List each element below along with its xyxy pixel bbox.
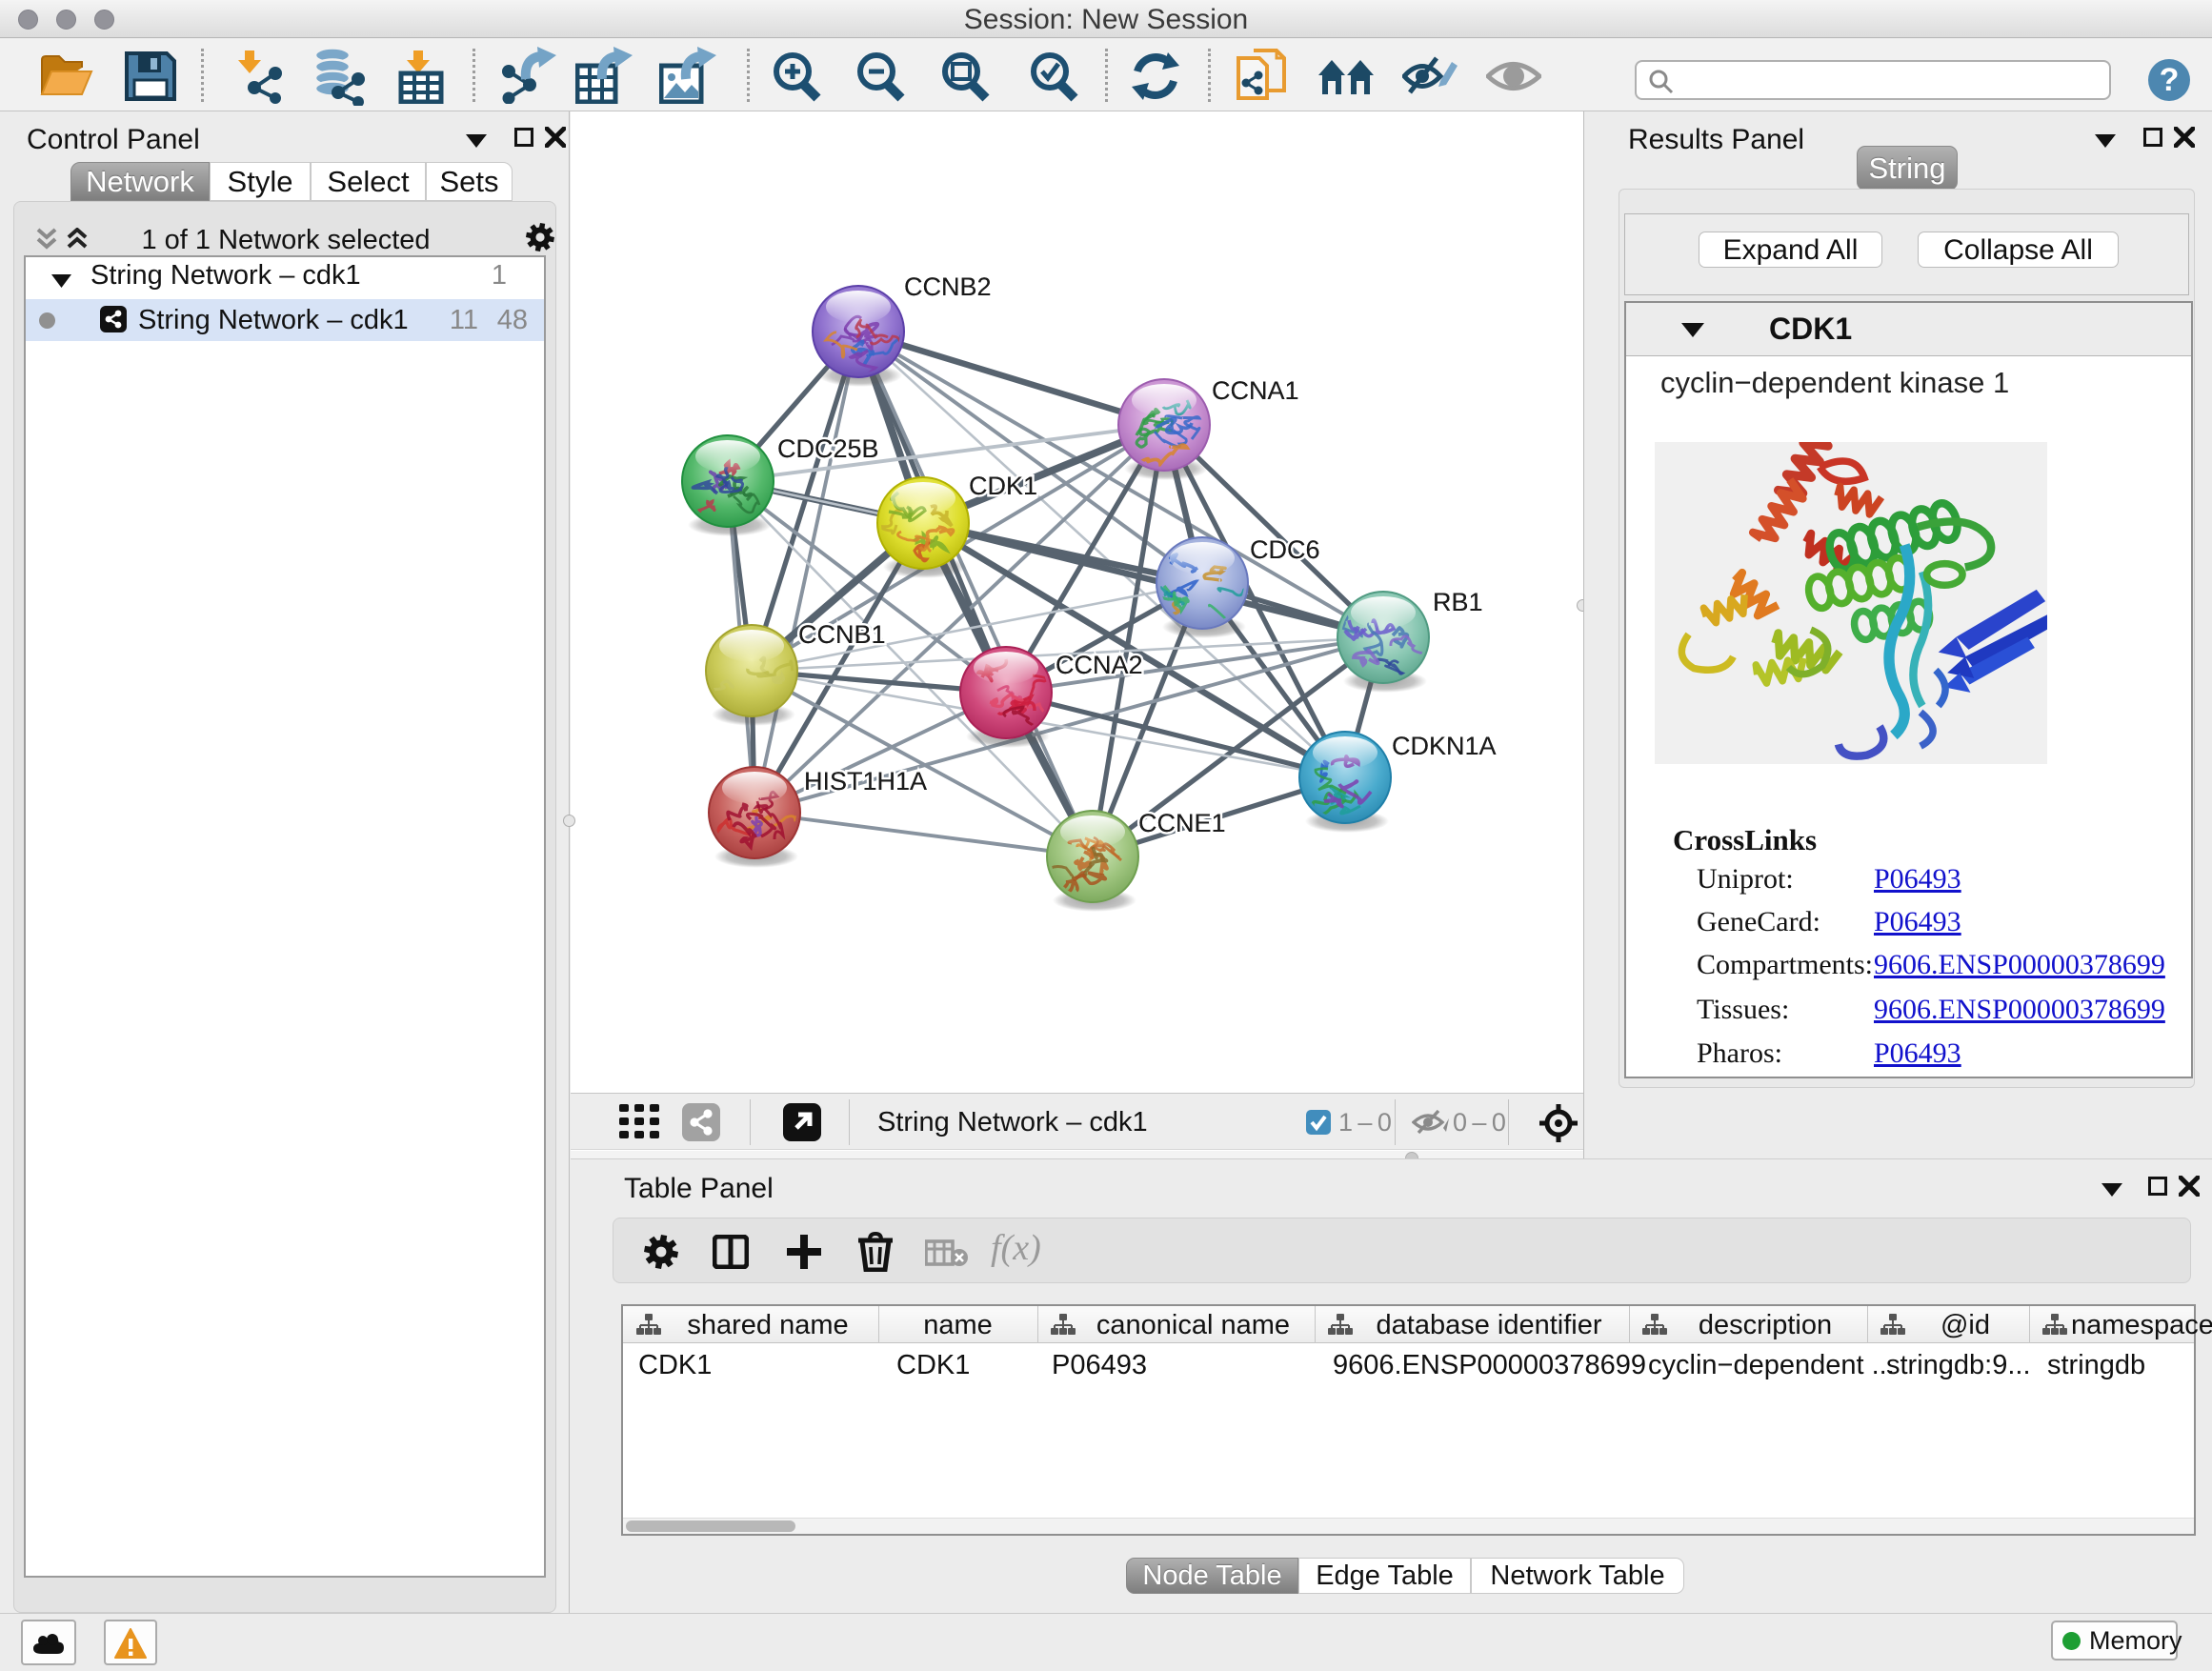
svg-text:CDK1: CDK1 (969, 472, 1037, 500)
svg-text:CDKN1A: CDKN1A (1392, 732, 1497, 760)
svg-text:CDC6: CDC6 (1250, 535, 1320, 564)
svg-text:CCNB1: CCNB1 (798, 620, 886, 649)
svg-text:CCNA1: CCNA1 (1212, 376, 1299, 405)
svg-text:CCNE1: CCNE1 (1138, 809, 1226, 837)
svg-text:CDC25B: CDC25B (777, 434, 879, 463)
svg-text:RB1: RB1 (1433, 588, 1483, 616)
svg-text:CCNA2: CCNA2 (1056, 651, 1143, 679)
svg-text:CCNB2: CCNB2 (904, 272, 992, 301)
svg-text:HIST1H1A: HIST1H1A (804, 767, 927, 795)
